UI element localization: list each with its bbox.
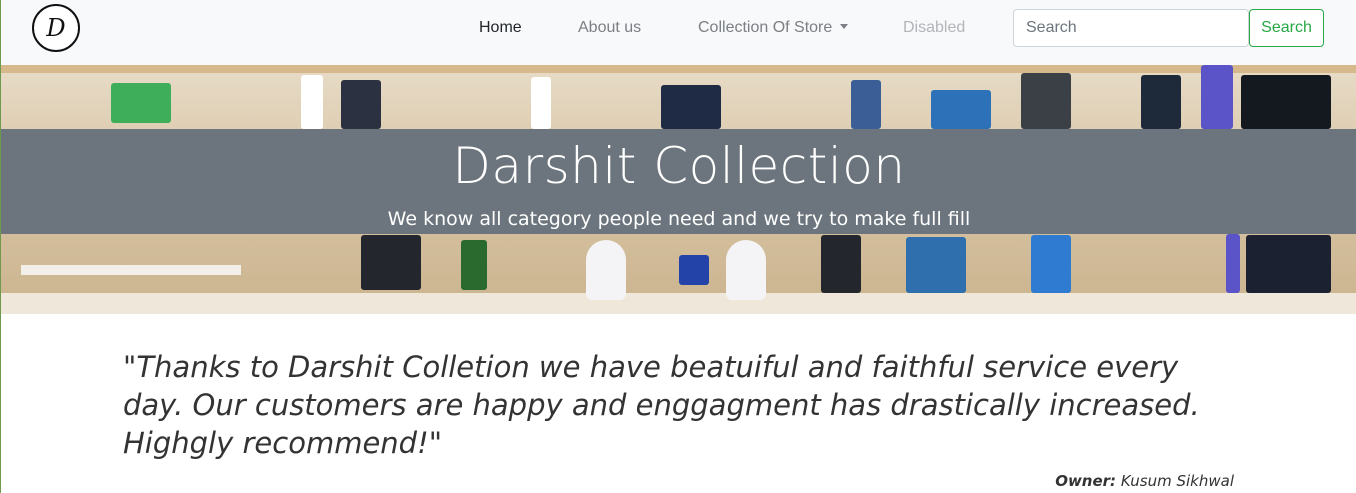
hero-subtitle: We know all category people need and we … — [387, 208, 971, 230]
nav-link-home[interactable]: Home — [479, 19, 522, 37]
owner-name: Kusum Sikhwal — [1120, 472, 1234, 490]
brand-logo[interactable]: D — [32, 4, 80, 52]
search-button[interactable]: Search — [1249, 9, 1324, 47]
nav-dropdown-label: Collection Of Store — [698, 19, 833, 36]
nav-dropdown-collection[interactable]: Collection Of Store — [698, 19, 849, 37]
testimonial-owner: Owner: Kusum Sikhwal — [1055, 472, 1234, 490]
hero-section: Darshit Collection We know all category … — [1, 65, 1356, 314]
nav-link-disabled: Disabled — [903, 19, 966, 36]
search-input[interactable] — [1013, 9, 1249, 47]
hero-title: Darshit Collection — [452, 137, 906, 195]
nav-link-about-us[interactable]: About us — [578, 19, 641, 37]
top-navbar: D Home About us Collection Of Store Disa… — [1, 0, 1356, 65]
logo-letter: D — [46, 14, 66, 42]
owner-label: Owner: — [1055, 472, 1117, 490]
caret-down-icon — [840, 24, 849, 29]
testimonial-quote: "Thanks to Darshit Colletion we have bea… — [123, 350, 1200, 460]
